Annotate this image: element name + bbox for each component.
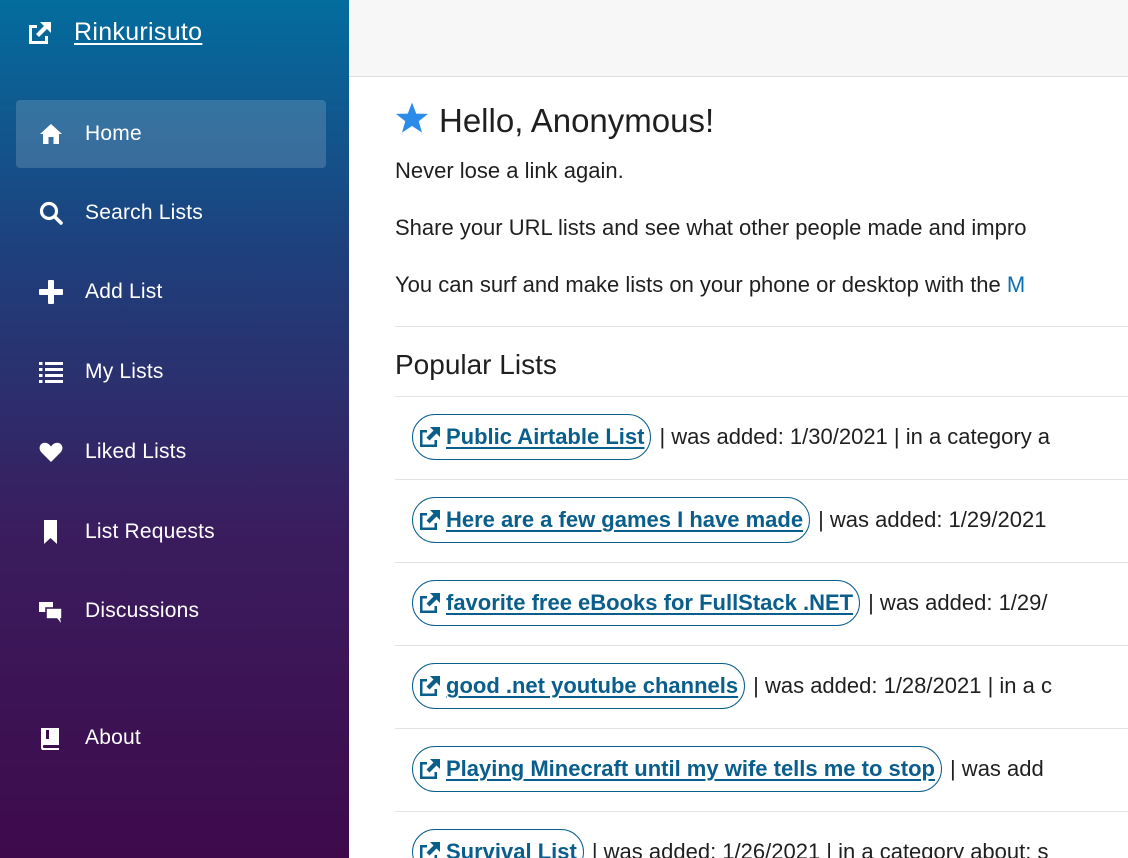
- sidebar-item-label: Liked Lists: [85, 440, 187, 463]
- sidebar-item-add-list[interactable]: Add List: [16, 258, 326, 326]
- star-icon: [395, 101, 429, 140]
- list-meta: | was add: [949, 756, 1044, 781]
- list-title: favorite free eBooks for FullStack .NET: [446, 590, 854, 615]
- sidebar-item-my-lists[interactable]: My Lists: [16, 338, 326, 406]
- search-icon: [38, 200, 64, 226]
- sidebar-item-discussions[interactable]: Discussions: [16, 577, 326, 645]
- list-meta: | was added: 1/26/2021 | in a category a…: [591, 839, 1049, 858]
- main-content: Hello, Anonymous! Never lose a link agai…: [349, 77, 1128, 858]
- heart-icon: [38, 439, 64, 465]
- list-link[interactable]: Public Airtable List: [412, 414, 652, 460]
- list-title: Playing Minecraft until my wife tells me…: [446, 756, 935, 781]
- list-title: Public Airtable List: [446, 424, 645, 449]
- app-root: Rinkurisuto Home Search Lists Add List M…: [0, 0, 1128, 858]
- sidebar-item-label: About: [85, 726, 141, 749]
- list-meta: | was added: 1/30/2021 | in a category a: [659, 424, 1051, 449]
- greeting: Hello, Anonymous!: [395, 101, 714, 140]
- sidebar-item-label: List Requests: [85, 520, 215, 543]
- app-link[interactable]: M: [1007, 272, 1025, 297]
- list-meta: | was added: 1/29/2021: [818, 507, 1047, 532]
- brand: Rinkurisuto: [26, 18, 202, 47]
- sidebar-item-search-lists[interactable]: Search Lists: [16, 179, 326, 247]
- sidebar-item-about[interactable]: About: [16, 704, 326, 772]
- sidebar-item-label: My Lists: [85, 360, 164, 383]
- top-bar: [349, 0, 1128, 77]
- list-title: Here are a few games I have made: [446, 507, 804, 532]
- divider: [395, 326, 1128, 327]
- external-link-icon: [418, 591, 442, 615]
- plus-icon: [38, 279, 64, 305]
- external-link-icon: [418, 840, 442, 858]
- page-title: Hello, Anonymous!: [439, 101, 715, 139]
- list-meta: | was added: 1/29/: [868, 590, 1048, 615]
- brand-link[interactable]: Rinkurisuto: [74, 18, 202, 47]
- external-link-icon: [418, 757, 442, 781]
- bookmark-icon: [38, 519, 64, 545]
- external-link-icon: [418, 674, 442, 698]
- external-link-icon: [418, 508, 442, 532]
- share-text: Share your URL lists and see what other …: [395, 215, 1027, 240]
- list-link[interactable]: Survival List: [412, 829, 584, 858]
- tagline: Never lose a link again.: [395, 158, 624, 183]
- sidebar-item-liked-lists[interactable]: Liked Lists: [16, 418, 326, 486]
- sidebar-item-label: Add List: [85, 280, 163, 303]
- sidebar-item-label: Home: [85, 122, 142, 145]
- list-item: Here are a few games I have made | was a…: [395, 479, 1128, 562]
- surf-text-body: You can surf and make lists on your phon…: [395, 272, 1007, 297]
- sidebar-item-list-requests[interactable]: List Requests: [16, 498, 326, 566]
- list-link[interactable]: Playing Minecraft until my wife tells me…: [412, 746, 942, 792]
- list-item: favorite free eBooks for FullStack .NET …: [395, 562, 1128, 645]
- list-title: good .net youtube channels: [446, 673, 739, 698]
- sidebar-item-label: Search Lists: [85, 201, 203, 224]
- list-link[interactable]: Here are a few games I have made: [412, 497, 811, 543]
- list-link[interactable]: good .net youtube channels: [412, 663, 746, 709]
- list-icon: [38, 359, 64, 385]
- list-title: Survival List: [446, 839, 577, 858]
- surf-text: You can surf and make lists on your phon…: [395, 272, 1025, 298]
- external-link-icon: [26, 19, 54, 47]
- list-meta: | was added: 1/28/2021 | in a c: [753, 673, 1052, 698]
- sidebar: Rinkurisuto Home Search Lists Add List M…: [0, 0, 349, 858]
- home-icon: [38, 121, 64, 147]
- list-link[interactable]: favorite free eBooks for FullStack .NET: [412, 580, 861, 626]
- chat-icon: [38, 598, 64, 624]
- sidebar-item-home[interactable]: Home: [16, 100, 326, 168]
- popular-lists-title: Popular Lists: [395, 349, 557, 380]
- list-item: good .net youtube channels | was added: …: [395, 645, 1128, 728]
- external-link-icon: [418, 425, 442, 449]
- list-item: Public Airtable List | was added: 1/30/2…: [395, 396, 1128, 479]
- sidebar-item-label: Discussions: [85, 599, 200, 622]
- book-icon: [38, 725, 64, 751]
- list-item: Playing Minecraft until my wife tells me…: [395, 728, 1128, 811]
- list-item: Survival List | was added: 1/26/2021 | i…: [395, 811, 1128, 858]
